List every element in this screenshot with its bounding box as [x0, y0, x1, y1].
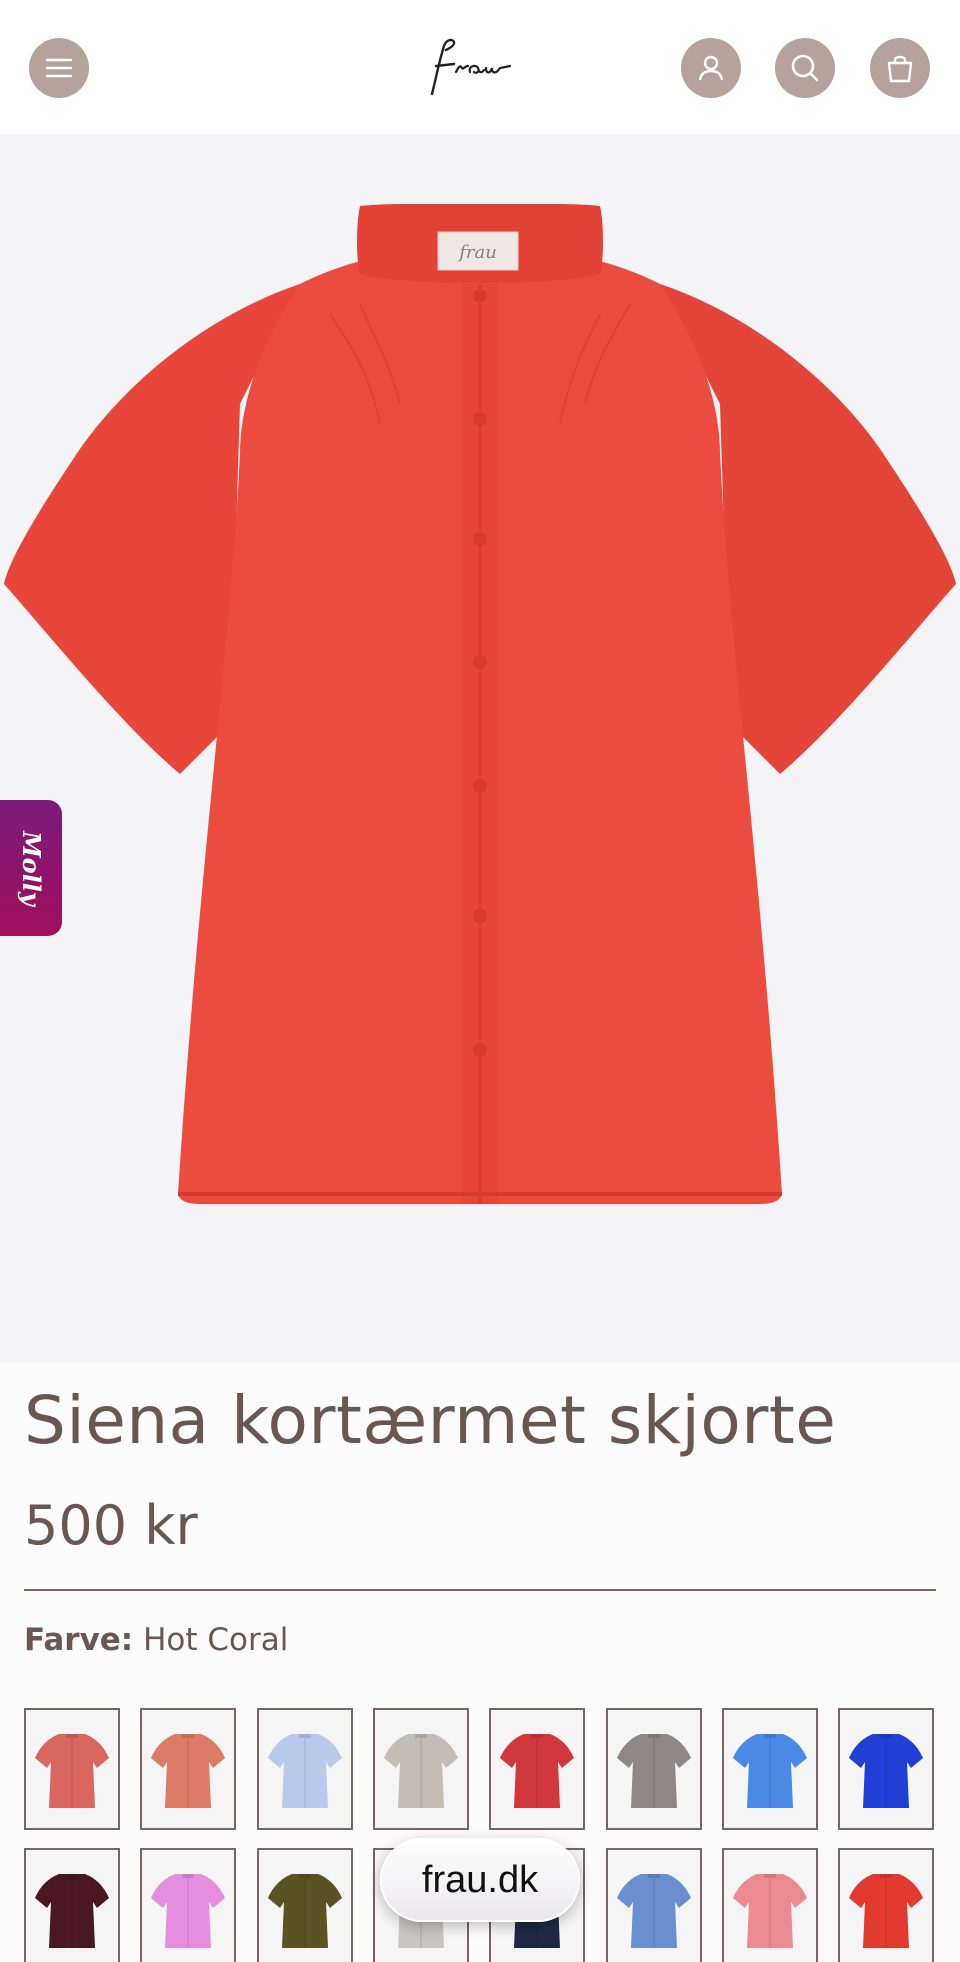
shirt-illustration: frau — [4, 204, 956, 1204]
swatch-shirt-icon — [35, 1874, 109, 1948]
swatch-shirt-icon — [35, 1734, 109, 1808]
logo-mark — [430, 38, 512, 96]
swatch-shirt-icon — [500, 1734, 574, 1808]
menu-button[interactable] — [29, 38, 89, 98]
color-label: Farve: — [24, 1622, 134, 1658]
color-swatch[interactable] — [489, 1708, 585, 1830]
site-header — [0, 0, 960, 134]
color-swatch[interactable] — [257, 1848, 353, 1962]
color-swatch[interactable] — [838, 1708, 934, 1830]
divider — [24, 1589, 936, 1591]
color-swatch[interactable] — [606, 1708, 702, 1830]
swatch-shirt-icon — [849, 1734, 923, 1808]
color-row: Farve: Hot Coral — [24, 1622, 288, 1658]
search-icon — [791, 54, 819, 82]
product-image[interactable]: frau — [0, 134, 960, 1362]
color-swatch[interactable] — [140, 1848, 236, 1962]
search-button[interactable] — [775, 38, 835, 98]
color-swatch[interactable] — [24, 1848, 120, 1962]
molly-tab-label: Molly — [16, 830, 46, 906]
color-swatch[interactable] — [606, 1848, 702, 1962]
swatch-shirt-icon — [151, 1734, 225, 1808]
swatch-shirt-icon — [384, 1734, 458, 1808]
color-swatch[interactable] — [722, 1708, 818, 1830]
swatch-shirt-icon — [733, 1874, 807, 1948]
swatch-shirt-icon — [268, 1874, 342, 1948]
browser-url-pill[interactable]: frau.dk — [380, 1838, 580, 1922]
frau-logo[interactable] — [410, 28, 550, 108]
swatch-shirt-icon — [733, 1734, 807, 1808]
url-label: frau.dk — [421, 1858, 539, 1901]
cart-button[interactable] — [870, 38, 930, 98]
menu-icon — [45, 58, 73, 78]
swatch-shirt-icon — [617, 1734, 691, 1808]
swatch-shirt-icon — [151, 1874, 225, 1948]
color-value: Hot Coral — [143, 1622, 289, 1658]
product-title: Siena kortærmet skjorte — [24, 1382, 837, 1459]
color-swatch[interactable] — [722, 1848, 818, 1962]
bag-icon — [887, 55, 913, 83]
product-price: 500 kr — [24, 1494, 198, 1557]
color-swatch[interactable] — [257, 1708, 353, 1830]
swatch-shirt-icon — [617, 1874, 691, 1948]
color-swatch[interactable] — [140, 1708, 236, 1830]
molly-chat-tab[interactable]: Molly — [0, 800, 62, 936]
swatch-shirt-icon — [849, 1874, 923, 1948]
swatch-shirt-icon — [268, 1734, 342, 1808]
account-button[interactable] — [681, 38, 741, 98]
color-swatch[interactable] — [24, 1708, 120, 1830]
account-icon — [698, 55, 724, 81]
color-swatch[interactable] — [838, 1848, 934, 1962]
color-swatch[interactable] — [373, 1708, 469, 1830]
shirt-label-text: frau — [457, 242, 497, 263]
